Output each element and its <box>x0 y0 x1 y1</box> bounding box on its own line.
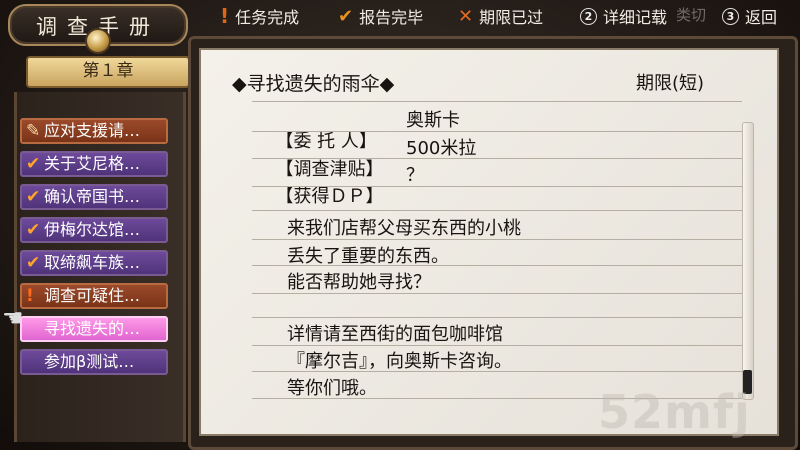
body-line: 来我们店帮父母买东西的小桃 <box>287 218 521 239</box>
legend-back[interactable]: 3 返回 <box>722 4 777 28</box>
divider <box>252 317 742 318</box>
quest-deadline: 期限(短) <box>636 73 705 94</box>
divider <box>252 371 742 372</box>
legend-bar: ! 任务完成 ✔ 报告完毕 ✕ 期限已过 2 详细记载 类切 3 返回 <box>190 0 800 30</box>
cross-icon: ✕ <box>458 5 474 27</box>
exclamation-icon: ! <box>26 286 34 306</box>
quest-label: 关于艾尼格… <box>44 154 141 173</box>
divider <box>252 345 742 346</box>
quest-item[interactable]: ✔ 伊梅尔达馆… <box>20 217 168 243</box>
pencil-icon: ✎ <box>26 121 41 141</box>
check-icon: ✔ <box>26 253 41 273</box>
gem-ornament-icon <box>85 28 111 54</box>
divider <box>252 239 742 240</box>
body-line: 等你们哦。 <box>287 378 377 399</box>
chapter-tab[interactable]: 第１章 <box>26 56 190 88</box>
quest-item[interactable]: ✔ 关于艾尼格… <box>20 151 168 177</box>
legend-label: 任务完成 <box>235 8 300 27</box>
circle-3-icon: 3 <box>722 7 739 25</box>
quest-item[interactable]: ✎ 应对支援请… <box>20 118 168 144</box>
divider <box>252 101 742 102</box>
legend-task-complete: ! 任务完成 <box>220 4 299 28</box>
field-value: 奥斯卡 <box>406 110 460 131</box>
divider <box>252 186 742 187</box>
quest-item[interactable]: ✔ 确认帝国书… <box>20 184 168 210</box>
quest-label: 调查可疑住… <box>44 286 141 305</box>
check-icon: ✔ <box>26 220 41 240</box>
legend-label: 详细记载 <box>603 8 668 27</box>
check-icon: ✔ <box>26 154 41 174</box>
field-value: 500米拉 <box>406 138 477 159</box>
field-value: ？ <box>406 165 424 186</box>
legend-expired: ✕ 期限已过 <box>458 4 543 28</box>
divider <box>252 210 742 211</box>
legend-label: 期限已过 <box>479 8 544 27</box>
quest-label: 应对支援请… <box>44 121 141 140</box>
divider <box>252 293 742 294</box>
check-icon: ✔ <box>338 5 354 27</box>
body-line: 详情请至西街的面包咖啡馆 <box>287 324 503 345</box>
legend-label: 报告完毕 <box>359 8 424 27</box>
exclamation-icon: ! <box>220 4 230 28</box>
divider <box>252 158 742 159</box>
scrollbar[interactable] <box>742 122 754 400</box>
legend-ghost-text: 类切 <box>676 6 707 24</box>
quest-label: 取缔飙车族… <box>44 253 141 272</box>
quest-label: 参加β测试… <box>44 352 135 371</box>
quest-title: ◆寻找遗失的雨伞◆ <box>232 73 395 95</box>
circle-2-icon: 2 <box>580 7 597 25</box>
quest-label: 确认帝国书… <box>44 187 141 206</box>
quest-item[interactable]: 参加β测试… <box>20 349 168 375</box>
legend-details[interactable]: 2 详细记载 <box>580 4 667 28</box>
quest-item-selected[interactable]: 寻找遗失的… <box>20 316 168 342</box>
quest-label: 伊梅尔达馆… <box>44 220 141 239</box>
legend-report-done: ✔ 报告完毕 <box>338 4 423 28</box>
field-label: 【获得ＤＰ】 <box>275 186 384 207</box>
divider <box>252 265 742 266</box>
quest-item[interactable]: ! 调查可疑住… <box>20 283 168 309</box>
body-line: 能否帮助她寻找？ <box>287 272 431 293</box>
quest-item[interactable]: ✔ 取缔飙车族… <box>20 250 168 276</box>
quest-label: 寻找遗失的… <box>44 319 141 338</box>
watermark-logo: 52mfj <box>598 385 751 439</box>
legend-label: 返回 <box>745 8 778 27</box>
check-icon: ✔ <box>26 187 41 207</box>
body-line: 『摩尔吉』，向奥斯卡咨询。 <box>287 351 512 372</box>
divider <box>252 131 742 132</box>
